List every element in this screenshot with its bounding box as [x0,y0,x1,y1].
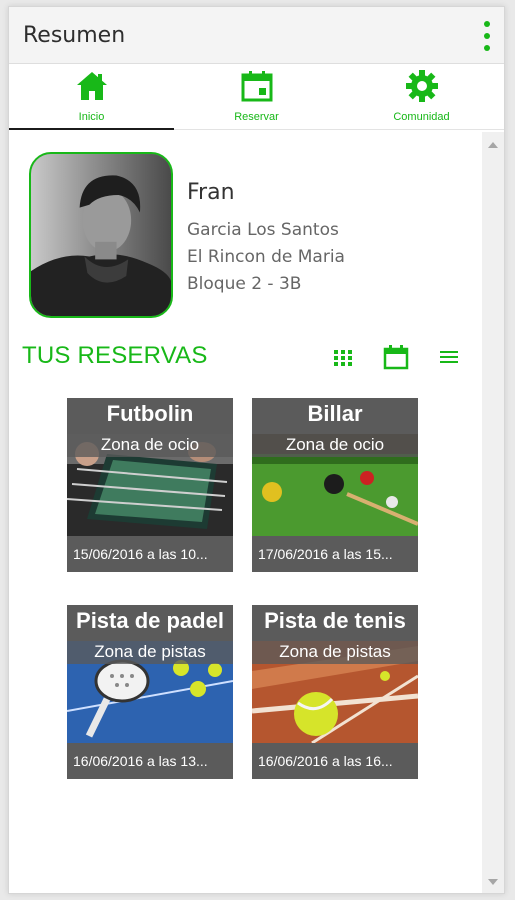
card-zone: Zona de ocio [252,434,418,457]
card-title: Billar [252,398,418,434]
card-zone: Zona de ocio [67,434,233,457]
reservation-card-futbolin[interactable]: Futbolin Zona de ocio 15/06/2016 a las 1… [67,398,233,572]
calendar-icon [241,71,272,102]
tab-inicio[interactable]: Inicio [9,64,174,130]
scroll-up-icon[interactable] [488,142,498,148]
card-title: Pista de padel [67,605,233,641]
profile-name: Fran [187,180,235,205]
card-date: 17/06/2016 a las 15... [252,536,418,572]
tab-bar: Inicio Reservar Comunidad [9,64,504,130]
profile-address: Bloque 2 - 3B [187,274,302,294]
reservation-card-tenis[interactable]: Pista de tenis Zona de pistas 16/06/2016… [252,605,418,779]
card-date: 15/06/2016 a las 10... [67,536,233,572]
profile-community: El Rincon de Maria [187,247,345,267]
card-title: Pista de tenis [252,605,418,641]
profile-surname: Garcia Los Santos [187,220,339,240]
tab-label: Comunidad [393,111,450,123]
avatar [29,152,173,318]
reservation-card-billar[interactable]: Billar Zona de ocio 17/06/2016 a las 15.… [252,398,418,572]
grid-view-icon[interactable] [330,344,356,370]
tab-reservar[interactable]: Reservar [174,64,339,129]
gear-icon [405,70,438,102]
list-view-icon[interactable] [436,344,462,370]
tab-label: Inicio [78,111,105,123]
more-options-icon[interactable] [482,21,492,51]
main-content: Fran Garcia Los Santos El Rincon de Mari… [9,132,482,893]
page-title: Resumen [23,22,126,48]
home-icon [76,72,107,100]
reservation-card-padel[interactable]: Pista de padel Zona de pistas 16/06/2016… [67,605,233,779]
title-bar: Resumen [9,7,504,64]
calendar-view-icon[interactable] [383,344,409,370]
tab-label: Reservar [234,111,279,123]
tab-comunidad[interactable]: Comunidad [339,64,504,129]
card-date: 16/06/2016 a las 16... [252,743,418,779]
card-date: 16/06/2016 a las 13... [67,743,233,779]
scroll-down-icon[interactable] [488,879,498,885]
app-window: Resumen Inicio Reservar Comunidad Fran G… [8,6,505,894]
card-zone: Zona de pistas [252,641,418,664]
card-zone: Zona de pistas [67,641,233,664]
vertical-scrollbar[interactable] [482,132,504,893]
card-title: Futbolin [67,398,233,434]
reservations-title: TUS RESERVAS [22,342,208,369]
